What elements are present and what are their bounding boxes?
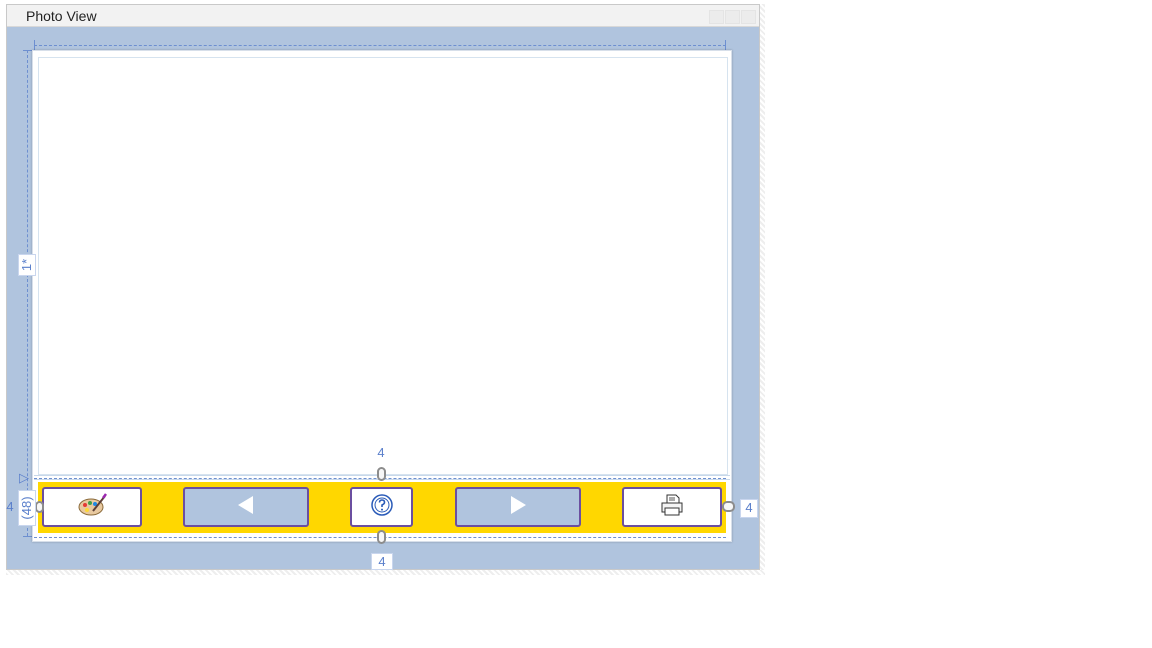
right-margin-label: 4 (740, 499, 758, 518)
maximize-button[interactable] (725, 10, 740, 24)
printer-icon (659, 493, 685, 522)
previous-button[interactable] (183, 487, 309, 527)
left-margin-anchor-icon[interactable] (35, 501, 44, 513)
left-margin-label: 4 (6, 499, 14, 514)
row-divider-marker-icon[interactable]: ▷ (19, 470, 29, 486)
next-button[interactable] (455, 487, 581, 527)
column-guide-tick (725, 40, 726, 50)
right-arrow-icon (508, 495, 528, 520)
scroll-edge-hatch (760, 4, 765, 574)
toolbar-stackpanel (38, 482, 726, 533)
row-guide-line (27, 50, 28, 536)
edit-button[interactable] (42, 487, 142, 527)
print-button[interactable] (622, 487, 722, 527)
right-margin-anchor-icon[interactable] (722, 501, 735, 512)
row-height-auto-label[interactable]: (48) (18, 490, 36, 526)
close-button[interactable] (741, 10, 756, 24)
paint-palette-icon (77, 492, 107, 522)
top-margin-label: 4 (377, 445, 385, 460)
top-margin-anchor-icon[interactable] (377, 467, 386, 481)
minimize-button[interactable] (709, 10, 724, 24)
title-bar[interactable]: Photo View (7, 5, 759, 27)
column-guide-line (34, 45, 726, 46)
photo-image-area (38, 57, 728, 475)
help-button[interactable] (350, 487, 413, 527)
bottom-margin-anchor-icon[interactable] (377, 530, 386, 544)
row-height-star-label[interactable]: 1* (18, 254, 36, 276)
scroll-edge-hatch (6, 570, 765, 575)
left-arrow-icon (236, 495, 256, 520)
column-guide-tick (34, 40, 35, 50)
help-icon (370, 493, 394, 522)
window-title: Photo View (26, 8, 97, 24)
bottom-margin-label: 4 (371, 553, 393, 570)
